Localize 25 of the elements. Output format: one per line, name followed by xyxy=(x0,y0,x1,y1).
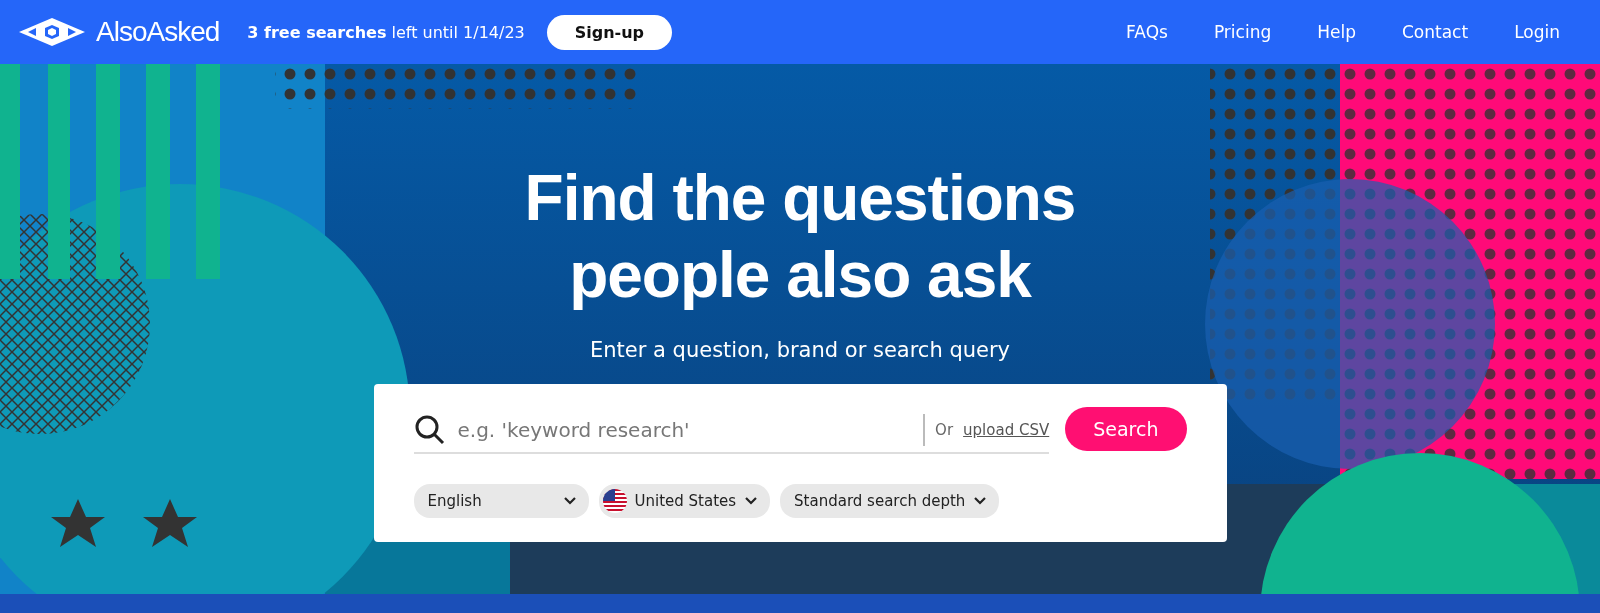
signup-button[interactable]: Sign-up xyxy=(546,14,673,50)
nav-link[interactable]: Contact xyxy=(1402,22,1469,42)
hero-title: Find the questions people also ask xyxy=(523,161,1077,313)
search-icon xyxy=(413,413,446,446)
star-icon xyxy=(51,499,105,547)
chevron-down-icon xyxy=(744,496,759,506)
hero-subtitle: Enter a question, brand or search query xyxy=(590,337,1010,362)
chevron-down-icon xyxy=(562,496,577,506)
flag-icon xyxy=(602,488,627,513)
nav-link[interactable]: FAQs xyxy=(1126,22,1168,42)
brand-name: AlsoAsked xyxy=(96,16,220,48)
dropdown-select[interactable]: English xyxy=(413,483,589,518)
chevron-down-icon xyxy=(973,496,988,506)
dropdown-select[interactable]: United States xyxy=(598,483,771,518)
search-button[interactable]: Search xyxy=(1065,406,1187,451)
nav-link[interactable]: Pricing xyxy=(1213,22,1272,42)
free-searches-notice: 3 free searches left until 1/14/23 xyxy=(247,22,525,42)
logo-icon xyxy=(18,17,86,47)
search-field[interactable]: e.g. 'keyword research' Or upload CSV xyxy=(413,403,1050,454)
nav-link[interactable]: Login xyxy=(1514,22,1560,42)
nav-link[interactable]: Help xyxy=(1317,22,1356,42)
or-label: Or xyxy=(935,420,954,439)
upload-csv-link[interactable]: upload CSV xyxy=(963,420,1050,439)
star-icon xyxy=(143,499,197,547)
dropdown-select[interactable]: Standard search depth xyxy=(780,483,1000,518)
